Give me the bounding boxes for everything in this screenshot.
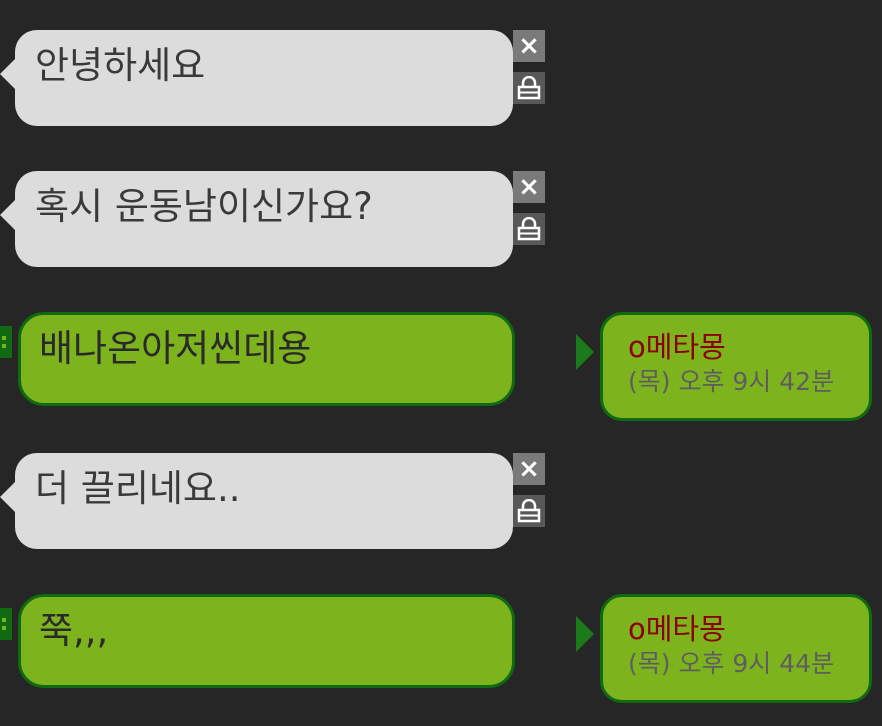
drag-handle-icon[interactable]: [0, 326, 12, 358]
message-timestamp: (목) 오후 9시 42분: [628, 367, 835, 396]
lock-icon: [517, 217, 541, 241]
triangle-right-icon: [576, 334, 594, 370]
message-received: 안녕하세요 ×: [0, 30, 882, 130]
message-text: 배나온아저씬데용: [39, 327, 312, 370]
triangle-right-icon: [576, 616, 594, 652]
message-bubble[interactable]: 배나온아저씬데용: [18, 312, 515, 406]
lock-icon: [517, 76, 541, 100]
sender-info-card: o메타몽 (목) 오후 9시 44분: [600, 594, 872, 703]
bubble-tail: [0, 199, 16, 231]
message-sent: 쭉,,, o메타몽 (목) 오후 9시 44분: [0, 594, 882, 706]
delete-message-button[interactable]: ×: [513, 453, 545, 485]
bubble-tail: [0, 58, 16, 90]
sender-info-card: o메타몽 (목) 오후 9시 42분: [600, 312, 872, 421]
message-text: 안녕하세요: [35, 44, 206, 87]
message-bubble[interactable]: 안녕하세요: [15, 30, 513, 126]
message-sent: 배나온아저씬데용 o메타몽 (목) 오후 9시 42분: [0, 312, 882, 424]
delete-message-button[interactable]: ×: [513, 171, 545, 203]
lock-message-button[interactable]: [513, 213, 545, 245]
sender-username[interactable]: o메타몽: [628, 611, 869, 647]
message-timestamp: (목) 오후 9시 44분: [628, 649, 835, 678]
sender-username[interactable]: o메타몽: [628, 329, 869, 365]
message-bubble[interactable]: 쭉,,,: [18, 594, 515, 688]
close-icon: ×: [518, 454, 540, 484]
drag-handle-icon[interactable]: [0, 608, 12, 640]
message-bubble[interactable]: 혹시 운동남이신가요?: [15, 171, 513, 267]
message-bubble[interactable]: 더 끌리네요..: [15, 453, 513, 549]
message-text: 혹시 운동남이신가요?: [35, 185, 373, 228]
message-received: 혹시 운동남이신가요? ×: [0, 171, 882, 271]
bubble-tail: [0, 481, 16, 513]
lock-message-button[interactable]: [513, 72, 545, 104]
message-text: 쭉,,,: [39, 609, 109, 652]
message-text: 더 끌리네요..: [35, 467, 241, 510]
delete-message-button[interactable]: ×: [513, 30, 545, 62]
close-icon: ×: [518, 31, 540, 61]
message-received: 더 끌리네요.. ×: [0, 453, 882, 553]
lock-message-button[interactable]: [513, 495, 545, 527]
close-icon: ×: [518, 172, 540, 202]
lock-icon: [517, 499, 541, 523]
